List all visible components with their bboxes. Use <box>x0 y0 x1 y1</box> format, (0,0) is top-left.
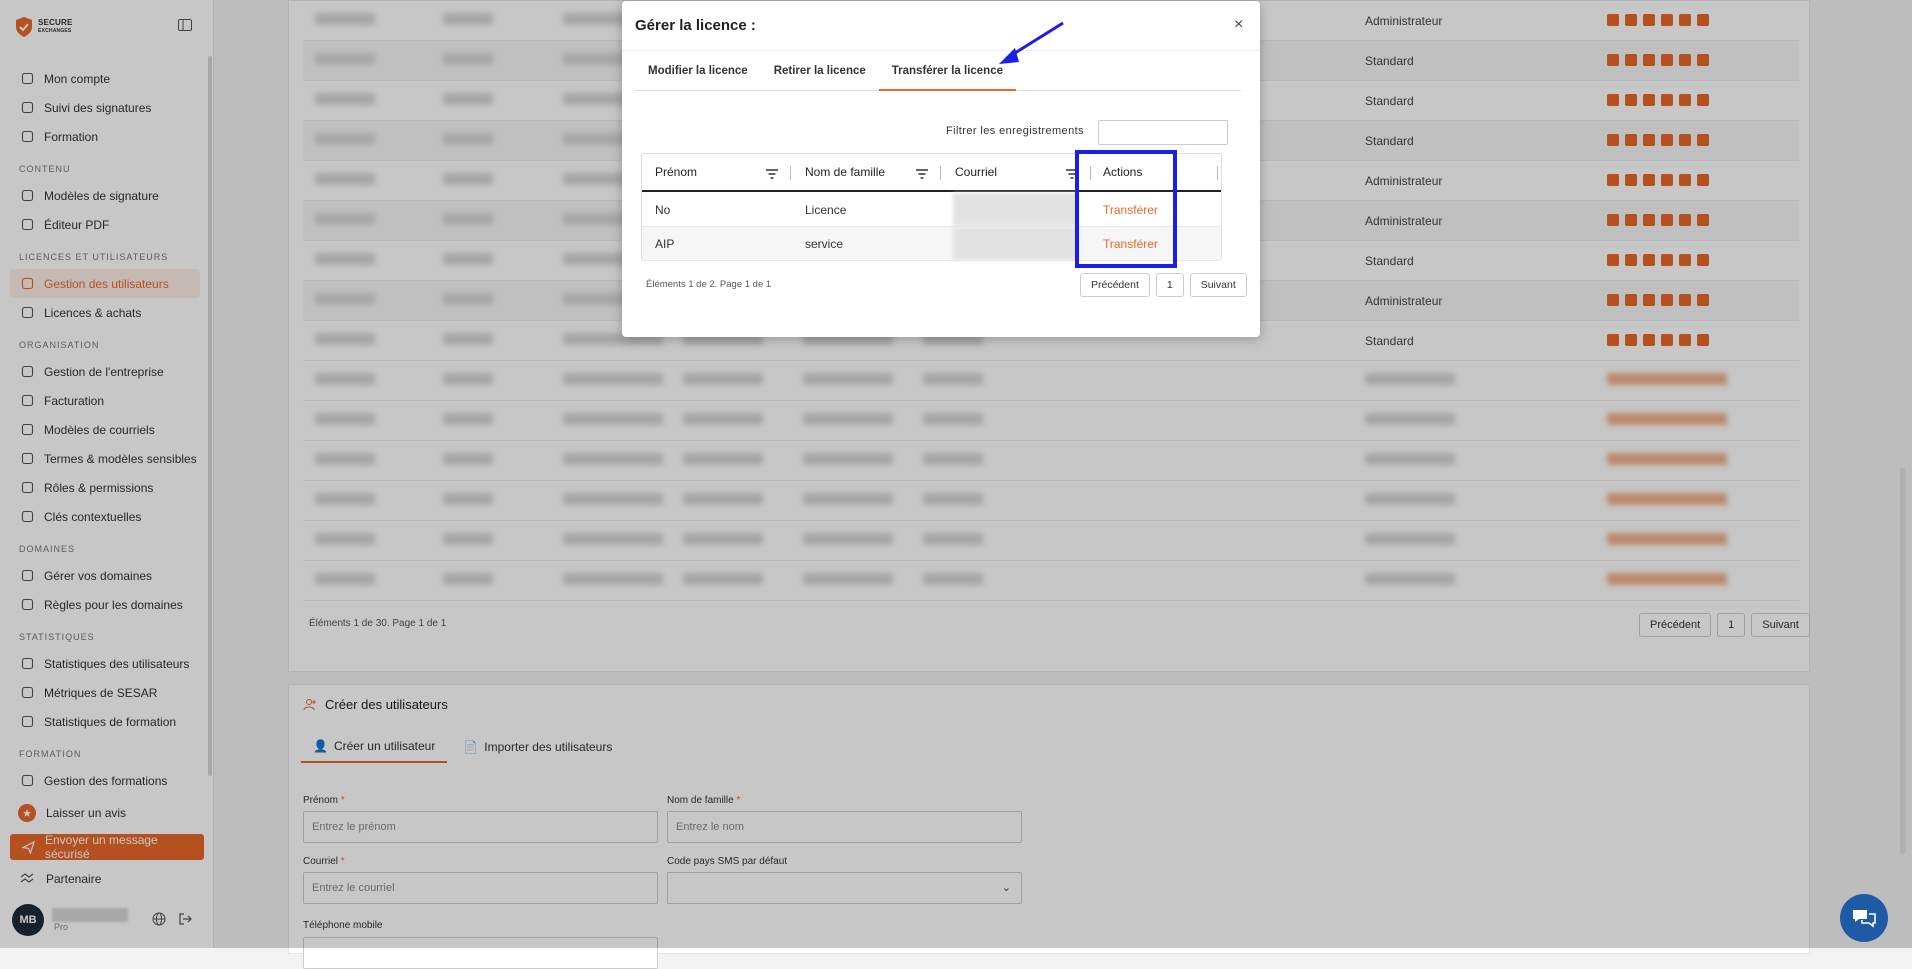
filter-icon[interactable] <box>766 167 778 182</box>
cell-nom: Licence <box>805 203 847 217</box>
col-courriel-header[interactable]: Courriel <box>955 165 997 179</box>
cell-nom: service <box>805 237 844 251</box>
cell-prenom: No <box>655 203 671 217</box>
column-separator[interactable] <box>940 166 941 180</box>
grid-pager: Précédent 1 Suivant <box>1080 273 1247 297</box>
page-number-button[interactable]: 1 <box>1155 273 1184 297</box>
cell-courriel-redacted <box>953 193 1078 226</box>
grid-page-info: Éléments 1 de 2. Page 1 de 1 <box>646 279 772 290</box>
next-page-button[interactable]: Suivant <box>1189 273 1247 297</box>
modal-divider <box>622 50 1260 51</box>
filter-icon[interactable] <box>916 167 928 182</box>
prev-page-button[interactable]: Précédent <box>1080 273 1150 297</box>
page-scrollbar[interactable] <box>1900 468 1906 854</box>
tab-modifier-licence[interactable]: Modifier la licence <box>635 57 761 91</box>
column-separator[interactable] <box>1217 166 1218 180</box>
col-nom-header[interactable]: Nom de famille <box>805 165 885 179</box>
annotation-arrow-icon <box>999 21 1064 64</box>
tab-retirer-licence[interactable]: Retirer la licence <box>761 57 879 91</box>
highlight-box <box>1075 150 1177 268</box>
filter-label: Filtrer les enregistrements <box>946 125 1084 137</box>
filter-input[interactable] <box>1098 120 1228 145</box>
modal-title: Gérer la licence : <box>635 17 756 34</box>
column-separator[interactable] <box>790 166 791 180</box>
col-prenom-header[interactable]: Prénom <box>655 165 697 179</box>
close-icon[interactable]: × <box>1234 16 1243 34</box>
chat-button[interactable] <box>1840 894 1888 942</box>
cell-courriel-redacted <box>953 227 1078 260</box>
chat-icon <box>1853 910 1876 928</box>
cell-prenom: AIP <box>655 237 675 251</box>
license-tabs: Modifier la licence Retirer la licence Tra… <box>635 57 1241 91</box>
